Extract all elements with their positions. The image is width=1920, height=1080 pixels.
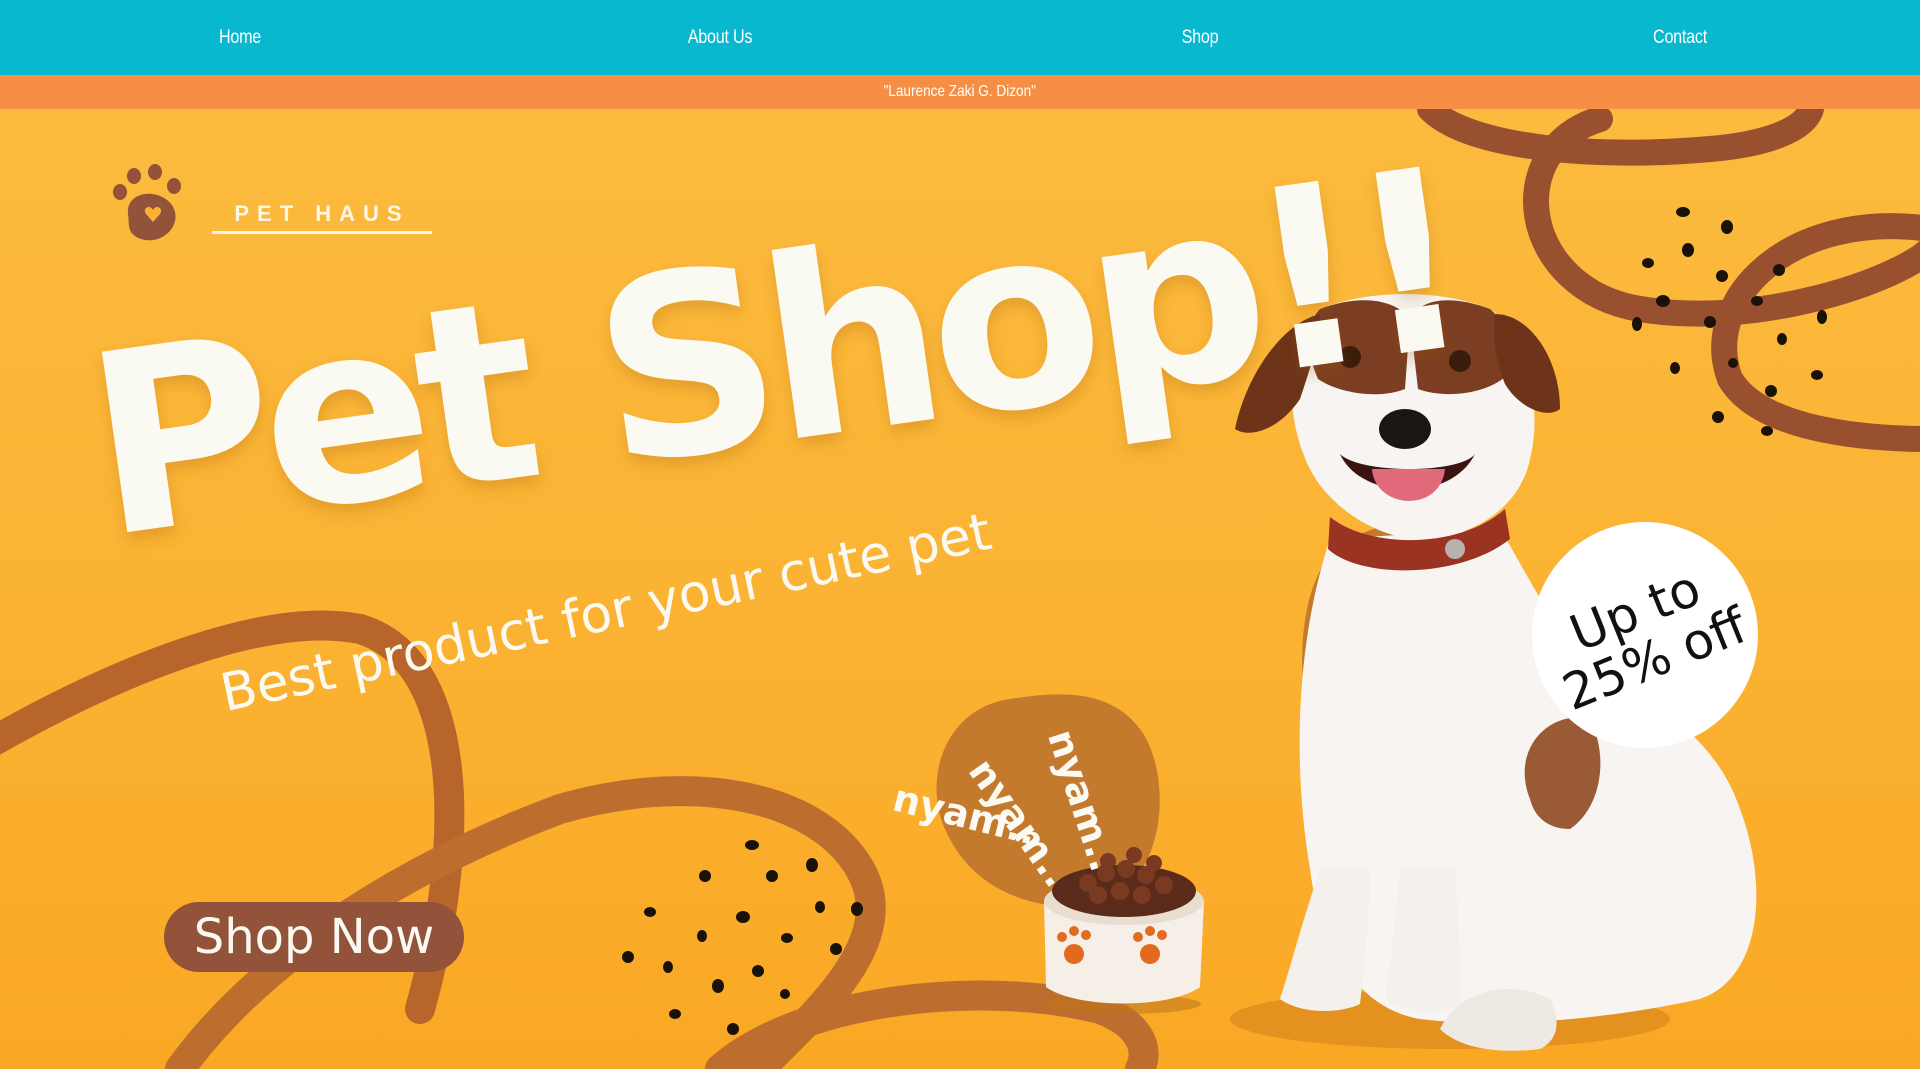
paw-icon (113, 164, 181, 241)
nav-home-label: Home (218, 26, 262, 48)
nav-item-shop[interactable]: Shop (996, 0, 1404, 75)
nav-item-contact[interactable]: Contact (1476, 0, 1884, 75)
credit-text: "Laurence Zaki G. Dizon" (883, 83, 1037, 100)
nav-item-home[interactable]: Home (36, 0, 444, 75)
nav-item-about-us[interactable]: About Us (516, 0, 924, 75)
loop-shape (1711, 213, 1920, 452)
shop-now-button[interactable]: Shop Now (164, 902, 464, 972)
discount-badge: Up to 25% off (1532, 522, 1758, 748)
nav-about-label: About Us (687, 26, 753, 48)
page: Home About Us Shop Contact "Laurence Zak… (0, 0, 1920, 1080)
loop-shape (1417, 109, 1824, 166)
hero-banner: PET HAUS Pet Shop!! Best product for you… (0, 109, 1920, 1069)
credit-bar: "Laurence Zaki G. Dizon" (0, 75, 1920, 109)
bottom-strip (0, 1069, 1920, 1080)
top-nav: Home About Us Shop Contact (0, 0, 1920, 75)
nav-shop-label: Shop (1181, 26, 1219, 48)
brand-name: PET HAUS (212, 194, 432, 234)
nav-contact-label: Contact (1653, 26, 1707, 48)
